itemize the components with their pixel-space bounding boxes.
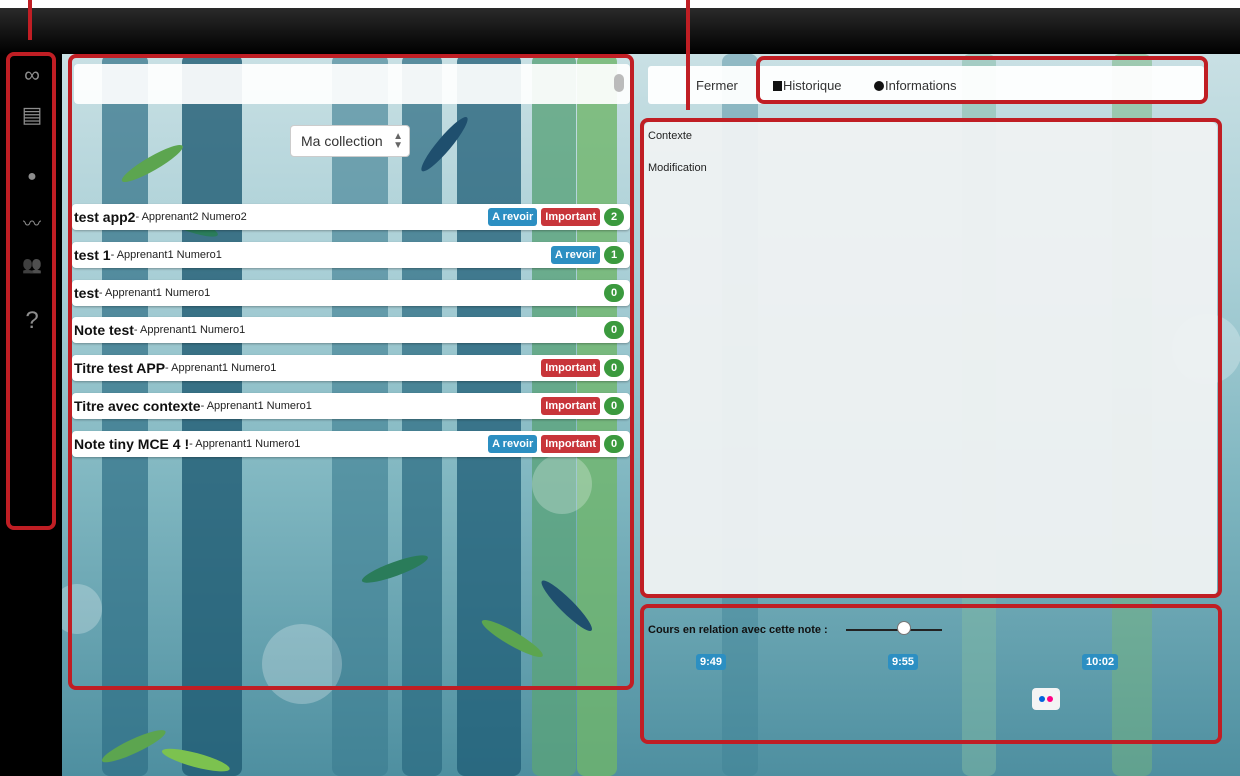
annotation-box-sidebar xyxy=(6,52,56,530)
annotation-arrow xyxy=(686,0,690,110)
annotation-box-note-list xyxy=(68,54,634,690)
annotation-box-details xyxy=(640,118,1222,598)
annotation-arrow xyxy=(28,0,32,40)
annotation-box-tabs xyxy=(756,56,1208,104)
tab-fermer[interactable]: Fermer xyxy=(696,78,738,93)
top-bar xyxy=(0,8,1240,54)
annotation-box-courses xyxy=(640,604,1222,744)
